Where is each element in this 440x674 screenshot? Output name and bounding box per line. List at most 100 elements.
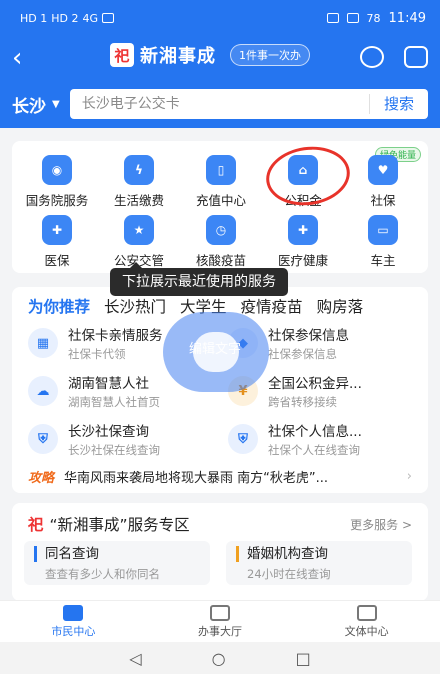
service-label: 充值中心 xyxy=(195,193,246,208)
health-icon: ✚ xyxy=(288,215,318,245)
signal-label: 4G xyxy=(82,11,99,25)
item-subtitle: 社保卡代领 xyxy=(68,347,126,361)
list-item[interactable]: ⛨ 长沙社保查询 长沙社保在线查询 xyxy=(28,417,218,461)
service-police-traffic[interactable]: ★ 公安交管 xyxy=(97,215,181,269)
city-selector[interactable]: 长沙 ▼ xyxy=(12,92,60,117)
pull-down-tooltip: 下拉展示最近使用的服务 xyxy=(110,262,288,296)
shield-social-icon: ⛨ xyxy=(228,424,258,454)
nav-citizen-center[interactable]: 市民中心 xyxy=(0,601,147,642)
brand: 祀 新湘事成 1件事一次办 xyxy=(110,42,310,68)
wallet-icon[interactable] xyxy=(404,46,428,68)
medical-insurance-icon: ✚ xyxy=(42,215,72,245)
item-subtitle: 湖南智慧人社首页 xyxy=(68,395,160,409)
car-icon: ▭ xyxy=(368,215,398,245)
item-title: 社保卡亲情服务 xyxy=(68,328,163,344)
service-car-owner[interactable]: ▭ 车主 xyxy=(341,215,425,269)
chevron-right-icon: › xyxy=(406,469,412,484)
zone-item-marriage-query[interactable]: 婚姻机构查询 24小时在线查询 xyxy=(226,541,412,585)
news-ticker[interactable]: 攻略 华南风雨来袭局地将现大暴雨 南方“秋老虎”... › xyxy=(28,467,412,486)
tab-for-you[interactable]: 为你推荐 xyxy=(28,295,90,321)
shield-social-icon: ⛨ xyxy=(28,424,58,454)
nav-service-hall[interactable]: 办事大厅 xyxy=(147,601,294,642)
search-box: 搜索 xyxy=(69,89,428,119)
zone-item-title: 婚姻机构查询 xyxy=(236,546,402,562)
slogan-badge: 1件事一次办 xyxy=(230,44,310,66)
clock-test-icon: ◷ xyxy=(206,215,236,245)
item-subtitle: 社保个人在线查询 xyxy=(268,443,360,457)
service-label: 车主 xyxy=(370,253,396,268)
service-health[interactable]: ✚ 医疗健康 xyxy=(261,215,345,269)
clock: 11:49 xyxy=(388,10,426,26)
cloud-check-icon: ☁ xyxy=(28,376,58,406)
more-services-link[interactable]: 更多服务 > xyxy=(350,516,412,533)
nav-label: 市民中心 xyxy=(51,625,96,638)
service-label: 社保 xyxy=(370,193,396,208)
social-security-icon: ♥ xyxy=(368,155,398,185)
nav-label: 办事大厅 xyxy=(198,625,242,638)
status-bar: HD 1 HD 2 4G 78 11:49 xyxy=(0,0,440,36)
service-label: 国务院服务 xyxy=(25,193,89,208)
top-bar: ‹ 祀 新湘事成 1件事一次办 xyxy=(0,36,440,80)
runner-icon xyxy=(356,605,377,621)
service-zone: 祀 “新湘事成”服务专区 更多服务 > 同名查询 查查有多少人和你同名 婚姻机构… xyxy=(12,503,428,601)
back-triangle-icon[interactable]: ◁ xyxy=(129,649,141,668)
item-subtitle: 长沙社保在线查询 xyxy=(68,443,160,457)
zone-item-subtitle: 24小时在线查询 xyxy=(247,567,331,581)
zone-item-subtitle: 查查有多少人和你同名 xyxy=(45,567,160,581)
service-housing-fund[interactable]: ⌂ 公积金 xyxy=(261,155,345,209)
recents-square-icon[interactable]: □ xyxy=(296,649,311,668)
service-label: 公积金 xyxy=(284,193,322,208)
service-label: 医保 xyxy=(44,253,70,268)
service-nucleic-vaccine[interactable]: ◷ 核酸疫苗 xyxy=(179,215,263,269)
search-input[interactable] xyxy=(81,96,282,112)
utility-payment-icon: ϟ xyxy=(124,155,154,185)
item-title: 长沙社保查询 xyxy=(68,424,149,440)
caret-down-icon: ▼ xyxy=(52,98,60,110)
news-text: 华南风雨来袭局地将现大暴雨 南方“秋老虎”... xyxy=(64,471,329,486)
tab-changsha-hot[interactable]: 长沙热门 xyxy=(104,295,166,321)
city-label: 长沙 xyxy=(12,96,46,117)
service-medical-insurance[interactable]: ✚ 医保 xyxy=(15,215,99,269)
brand-logo-icon: 祀 xyxy=(110,43,134,67)
zone-title: “新湘事成”服务专区 xyxy=(49,516,190,534)
back-button[interactable]: ‹ xyxy=(12,36,42,80)
building-icon: ▦ xyxy=(28,328,58,358)
service-grid: 绿色能量 ◉ 国务院服务 ϟ 生活缴费 ▯ 充值中心 ⌂ 公积金 ♥ 社保 ✚ … xyxy=(12,141,428,273)
float-edit-text: 编辑文字 xyxy=(189,342,242,357)
item-subtitle: 跨省转移接续 xyxy=(268,395,337,409)
service-topup[interactable]: ▯ 充值中心 xyxy=(179,155,263,209)
guide-tag: 攻略 xyxy=(28,471,55,486)
tablet-topup-icon: ▯ xyxy=(206,155,236,185)
search-bar: 长沙 ▼ 搜索 xyxy=(0,80,440,128)
zone-item-name-query[interactable]: 同名查询 查查有多少人和你同名 xyxy=(24,541,210,585)
eye-icon xyxy=(326,13,339,23)
service-social-security[interactable]: ♥ 社保 xyxy=(341,155,425,209)
zone-item-title: 同名查询 xyxy=(34,546,200,562)
nav-label: 文体中心 xyxy=(344,625,389,638)
home-circle-icon[interactable]: ○ xyxy=(212,649,226,668)
tab-house-purchase[interactable]: 购房落 xyxy=(317,295,364,321)
home-icon xyxy=(63,605,84,621)
zone-logo-icon: 祀 xyxy=(28,516,44,534)
service-utility-payment[interactable]: ϟ 生活缴费 xyxy=(97,155,181,209)
service-label: 生活缴费 xyxy=(113,193,164,208)
item-title: 全国公积金异... xyxy=(268,376,362,392)
state-council-icon: ◉ xyxy=(42,155,72,185)
sim1-label: HD 1 xyxy=(20,11,48,25)
housing-fund-icon: ⌂ xyxy=(288,155,318,185)
police-cap-icon: ★ xyxy=(124,215,154,245)
battery-level: 78 xyxy=(366,11,381,25)
service-state-council[interactable]: ◉ 国务院服务 xyxy=(15,155,99,209)
alarm-clock-icon[interactable] xyxy=(360,46,384,68)
search-button[interactable]: 搜索 xyxy=(368,94,428,114)
brand-title: 新湘事成 xyxy=(140,46,216,67)
service-label: 核酸疫苗 xyxy=(195,253,246,268)
list-item[interactable]: ⛨ 社保个人信息... 社保个人在线查询 xyxy=(228,417,418,461)
floating-assistant-ball[interactable]: 编辑文字 xyxy=(163,312,269,392)
sim2-label: HD 2 xyxy=(51,11,79,25)
bank-icon xyxy=(210,605,230,621)
nav-culture-sports[interactable]: 文体中心 xyxy=(293,601,440,642)
wifi-icon xyxy=(102,13,115,23)
item-title: 社保个人信息... xyxy=(268,424,362,440)
item-subtitle: 社保参保信息 xyxy=(268,347,337,361)
